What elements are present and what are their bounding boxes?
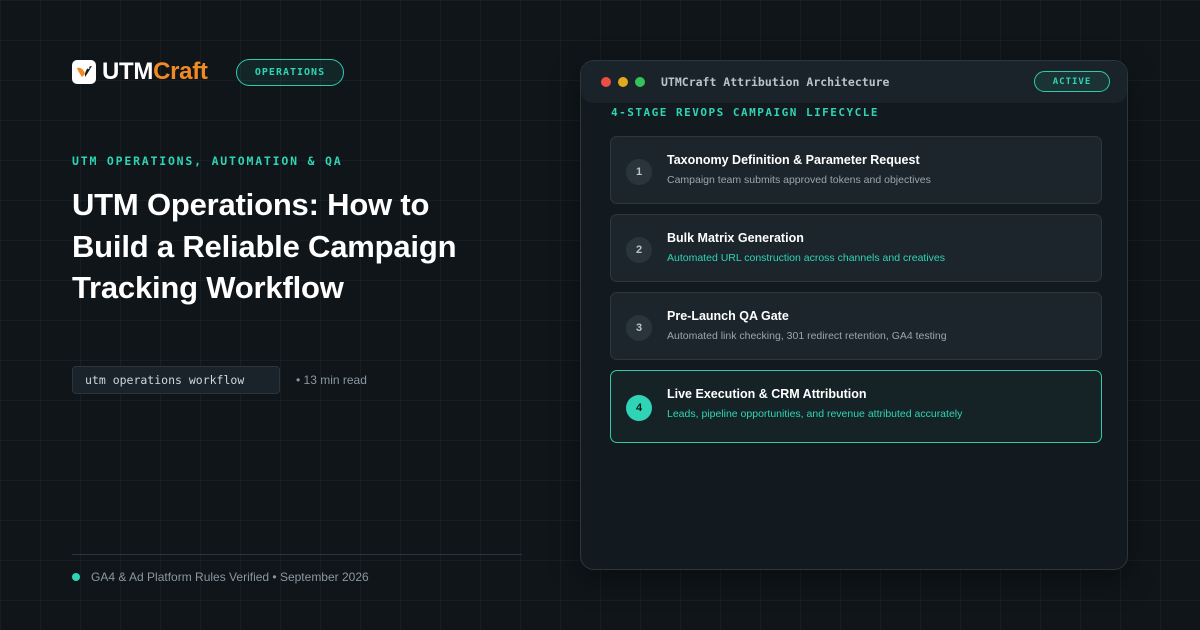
architecture-panel: UTMCraft Attribution Architecture ACTIVE…	[580, 60, 1128, 570]
stage-title: Pre-Launch QA Gate	[667, 309, 789, 323]
stage-title: Bulk Matrix Generation	[667, 231, 804, 245]
stage-description: Automated link checking, 301 redirect re…	[667, 330, 947, 342]
stage-number: 2	[626, 237, 652, 263]
bird-logo-icon	[72, 60, 96, 84]
eyebrow-text: UTM OPERATIONS, AUTOMATION & QA	[72, 154, 343, 168]
stage-title: Live Execution & CRM Attribution	[667, 387, 867, 401]
stage-card: 3 Pre-Launch QA Gate Automated link chec…	[610, 292, 1102, 360]
stage-number: 3	[626, 315, 652, 341]
stage-card: 2 Bulk Matrix Generation Automated URL c…	[610, 214, 1102, 282]
brand-name: UTMCraft	[102, 58, 208, 85]
footer: GA4 & Ad Platform Rules Verified • Septe…	[72, 570, 369, 584]
stage-card: 1 Taxonomy Definition & Parameter Reques…	[610, 136, 1102, 204]
window-maximize-dot-icon	[635, 77, 645, 87]
category-pill: OPERATIONS	[236, 59, 344, 86]
window-minimize-dot-icon	[618, 77, 628, 87]
footer-text: GA4 & Ad Platform Rules Verified • Septe…	[91, 570, 369, 584]
utmcraft-logo: UTMCraft	[72, 60, 208, 84]
stage-number: 4	[626, 395, 652, 421]
status-badge: ACTIVE	[1034, 71, 1110, 92]
meta-row: utm operations workflow • 13 min read	[72, 366, 367, 394]
panel-title: UTMCraft Attribution Architecture	[661, 75, 890, 89]
page-title: UTM Operations: How to Build a Reliable …	[72, 187, 457, 305]
stage-card-active: 4 Live Execution & CRM Attribution Leads…	[610, 370, 1102, 443]
window-close-dot-icon	[601, 77, 611, 87]
section-title: 4-STAGE REVOPS CAMPAIGN LIFECYCLE	[611, 106, 880, 119]
status-dot-icon	[72, 573, 80, 581]
footer-divider	[72, 554, 522, 555]
topic-tag: utm operations workflow	[72, 366, 280, 394]
stage-number: 1	[626, 159, 652, 185]
stage-description: Leads, pipeline opportunities, and reven…	[667, 408, 963, 420]
stage-title: Taxonomy Definition & Parameter Request	[667, 153, 920, 167]
stage-description: Campaign team submits approved tokens an…	[667, 174, 931, 186]
stage-description: Automated URL construction across channe…	[667, 252, 946, 264]
panel-header: UTMCraft Attribution Architecture ACTIVE	[581, 61, 1127, 103]
read-time: • 13 min read	[296, 373, 367, 387]
